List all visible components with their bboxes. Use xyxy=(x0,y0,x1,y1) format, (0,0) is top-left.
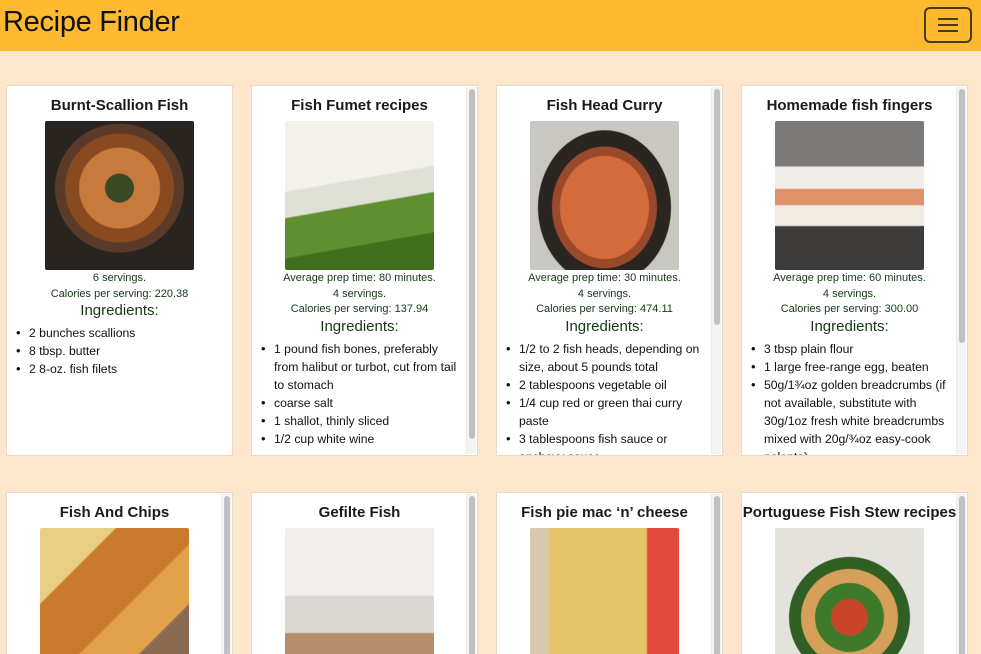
scrollbar-thumb[interactable] xyxy=(714,89,720,325)
ingredients-heading: Ingredients: xyxy=(320,318,399,336)
servings-text: 4 servings. xyxy=(822,287,877,300)
recipe-meta: Average prep time: 30 minutes. 4 serving… xyxy=(497,271,712,318)
ingredients-list: 2 bunches scallions 8 tbsp. butter 2 8-o… xyxy=(7,324,232,378)
ingredient-item: 1/2 to 2 fish heads, depending on size, … xyxy=(506,340,706,376)
scrollbar-thumb[interactable] xyxy=(224,496,230,654)
recipe-card[interactable]: Fish Fumet recipes Average prep time: 80… xyxy=(251,85,478,456)
ingredient-item: 1/4 cup red or green thai curry paste xyxy=(506,394,706,430)
fish-head-curry-image xyxy=(530,121,679,270)
ingredient-item: 1 large free-range egg, beaten xyxy=(751,358,951,376)
hamburger-icon-bar xyxy=(938,30,958,32)
ingredient-item: 1 pound fish bones, preferably from hali… xyxy=(261,340,461,394)
recipe-title: Fish pie mac ‘n’ cheese xyxy=(521,504,688,521)
card-scrollbar[interactable] xyxy=(711,87,721,454)
ingredient-item: 3 tablespoons fish sauce or anchovy sauc… xyxy=(506,430,706,455)
fish-fumet-image xyxy=(285,121,434,270)
recipe-card[interactable]: Homemade fish fingers Average prep time:… xyxy=(741,85,968,456)
calories-text: Calories per serving: 220.38 xyxy=(50,287,189,300)
recipe-title: Homemade fish fingers xyxy=(766,97,933,114)
servings-text: 4 servings. xyxy=(577,287,632,300)
ingredients-heading: Ingredients: xyxy=(810,318,889,336)
fish-stew-image xyxy=(775,528,924,654)
ingredient-item: 1 shallot, thinly sliced xyxy=(261,412,461,430)
recipe-card[interactable]: Fish pie mac ‘n’ cheese xyxy=(496,492,723,654)
fish-and-chips-image xyxy=(40,528,189,654)
ingredient-item: 1/2 cup white wine xyxy=(261,430,461,448)
fish-fingers-image xyxy=(775,121,924,270)
recipe-title: Portuguese Fish Stew recipes xyxy=(742,504,957,521)
scrollbar-thumb[interactable] xyxy=(469,496,475,654)
recipe-title: Fish Fumet recipes xyxy=(291,97,428,114)
prep-time-text: Average prep time: 60 minutes. xyxy=(773,272,926,284)
servings-text: 6 servings. xyxy=(92,272,147,284)
recipe-card[interactable]: Portuguese Fish Stew recipes xyxy=(741,492,968,654)
scrollbar-thumb[interactable] xyxy=(469,89,475,439)
recipe-title: Fish And Chips xyxy=(59,504,170,521)
recipe-meta: 6 servings. Calories per serving: 220.38 xyxy=(7,271,232,302)
ingredient-item: 2 8-oz. fish filets xyxy=(16,360,226,378)
ingredient-item: 8 tbsp. butter xyxy=(16,342,226,360)
recipe-card[interactable]: Burnt-Scallion Fish 6 servings. Calories… xyxy=(6,85,233,456)
ingredients-list: 1 pound fish bones, preferably from hali… xyxy=(252,340,467,448)
recipe-meta: Average prep time: 80 minutes. 4 serving… xyxy=(252,271,467,318)
calories-text: Calories per serving: 137.94 xyxy=(290,303,429,316)
recipe-card[interactable]: Gefilte Fish xyxy=(251,492,478,654)
recipe-title: Gefilte Fish xyxy=(318,504,401,521)
ingredient-item: 2 bunches scallions xyxy=(16,324,226,342)
calories-text: Calories per serving: 474.11 xyxy=(536,303,673,316)
card-scrollbar[interactable] xyxy=(221,494,231,654)
navbar: Recipe Finder xyxy=(0,0,981,51)
ingredients-heading: Ingredients: xyxy=(80,302,159,320)
ingredient-item: 3 tbsp plain flour xyxy=(751,340,951,358)
prep-time-text: Average prep time: 30 minutes. xyxy=(528,272,681,284)
ingredient-item: 50g/1¾oz golden breadcrumbs (if not avai… xyxy=(751,376,951,455)
recipe-title: Fish Head Curry xyxy=(546,97,663,114)
ingredient-item: 2 tablespoons vegetable oil xyxy=(506,376,706,394)
card-scrollbar[interactable] xyxy=(466,87,476,454)
card-scrollbar[interactable] xyxy=(466,494,476,654)
ingredients-list: 1/2 to 2 fish heads, depending on size, … xyxy=(497,340,712,455)
app-title[interactable]: Recipe Finder xyxy=(3,4,180,40)
recipe-meta: Average prep time: 60 minutes. 4 serving… xyxy=(742,271,957,318)
ingredients-list: 3 tbsp plain flour 1 large free-range eg… xyxy=(742,340,957,455)
scrollbar-thumb[interactable] xyxy=(959,496,965,654)
recipe-card[interactable]: Fish And Chips xyxy=(6,492,233,654)
servings-text: 4 servings. xyxy=(332,287,387,300)
recipe-card[interactable]: Fish Head Curry Average prep time: 30 mi… xyxy=(496,85,723,456)
fish-dish-image xyxy=(45,121,194,270)
scrollbar-thumb[interactable] xyxy=(959,89,965,343)
gefilte-fish-image xyxy=(285,528,434,654)
card-scrollbar[interactable] xyxy=(711,494,721,654)
card-scrollbar[interactable] xyxy=(956,494,966,654)
hamburger-icon-bar xyxy=(938,24,958,26)
scrollbar-thumb[interactable] xyxy=(714,496,720,654)
ingredient-item: coarse salt xyxy=(261,394,461,412)
prep-time-text: Average prep time: 80 minutes. xyxy=(283,272,436,284)
card-scrollbar[interactable] xyxy=(956,87,966,454)
hamburger-icon xyxy=(938,18,958,20)
recipe-title: Burnt-Scallion Fish xyxy=(50,97,189,114)
ingredients-heading: Ingredients: xyxy=(565,318,644,336)
calories-text: Calories per serving: 300.00 xyxy=(780,303,919,316)
fish-pie-mac-image xyxy=(530,528,679,654)
menu-toggle-button[interactable] xyxy=(924,7,972,43)
